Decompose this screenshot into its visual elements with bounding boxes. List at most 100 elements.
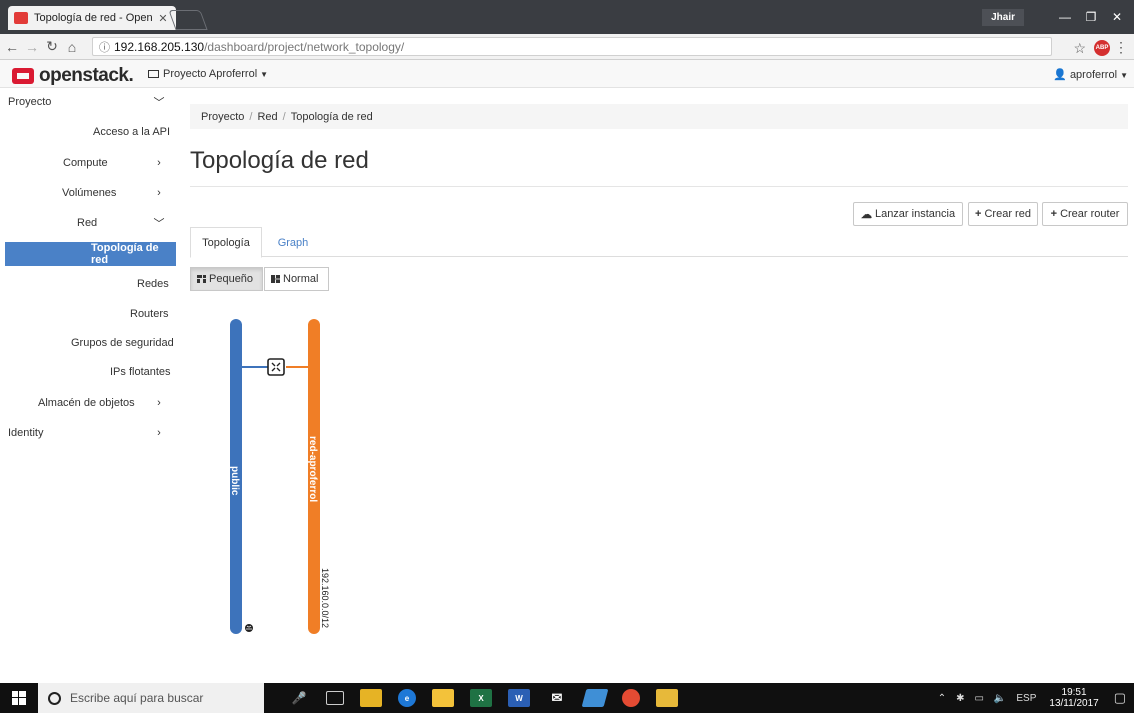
sidebar-item-label: Redes xyxy=(137,278,169,290)
windows-taskbar: Escribe aquí para buscar 🎤 e X W ✉ ⌃ ✱ ▭… xyxy=(0,683,1134,713)
browser-tab-title: Topología de red - Open xyxy=(34,12,153,24)
sidebar-item-topologia-de-red[interactable]: Topología de red xyxy=(5,242,176,266)
close-tab-icon[interactable]: ✕ xyxy=(156,12,170,25)
chevron-right-icon: › xyxy=(157,427,161,439)
sidebar-item-label: Volúmenes xyxy=(62,187,117,199)
task-view-icon[interactable] xyxy=(326,691,344,705)
sidebar-item-routers[interactable]: Routers xyxy=(0,302,176,326)
browser-menu-icon[interactable]: ⋮ xyxy=(1114,39,1128,56)
view-tabs: Topología Graph xyxy=(190,227,1128,258)
launch-instance-label: Lanzar instancia xyxy=(874,208,956,220)
site-info-icon[interactable]: ⓘ xyxy=(99,39,110,55)
word-icon[interactable]: W xyxy=(508,689,530,707)
chrome-icon[interactable] xyxy=(622,689,640,707)
sidebar-item-compute[interactable]: Compute › xyxy=(0,151,176,175)
microphone-icon[interactable]: 🎤 xyxy=(288,689,310,707)
external-network-globe-icon xyxy=(245,624,253,632)
browser-tab-strip: Topología de red - Open ✕ Jhair — ❐ ✕ xyxy=(0,0,1134,34)
breadcrumb-separator: / xyxy=(249,110,253,123)
taskbar-apps: 🎤 e X W ✉ xyxy=(280,689,686,707)
address-bar[interactable]: ⓘ 192.168.205.130/dashboard/project/netw… xyxy=(92,37,1052,56)
create-network-label: Crear red xyxy=(984,208,1031,220)
language-indicator[interactable]: ESP xyxy=(1016,693,1036,704)
tab-topologia[interactable]: Topología xyxy=(190,227,262,258)
network-label-public: public xyxy=(229,466,240,496)
caret-down-icon: ▼ xyxy=(260,69,269,79)
small-view-toggle[interactable]: Pequeño xyxy=(190,267,263,291)
openstack-logo[interactable]: openstack. xyxy=(12,65,134,87)
reload-icon[interactable]: ↻ xyxy=(42,37,62,57)
window-controls: — ❐ ✕ xyxy=(1052,8,1130,26)
notes-icon[interactable] xyxy=(581,689,609,707)
clock[interactable]: 19:51 13/11/2017 xyxy=(1049,687,1098,709)
taskbar-search-placeholder: Escribe aquí para buscar xyxy=(70,691,204,705)
plus-icon: + xyxy=(1050,208,1058,220)
mail-icon[interactable]: ✉ xyxy=(546,689,568,707)
minimize-icon[interactable]: — xyxy=(1052,8,1078,26)
sidebar-item-acceso-api[interactable]: Acceso a la API xyxy=(0,120,176,144)
bluetooth-icon[interactable]: ✱ xyxy=(956,693,964,704)
browser-profile-chip[interactable]: Jhair xyxy=(982,9,1024,26)
sidebar-item-redes[interactable]: Redes xyxy=(0,272,176,296)
breadcrumb-separator: / xyxy=(282,110,286,123)
normal-view-toggle[interactable]: Normal xyxy=(264,267,329,291)
system-tray: ⌃ ✱ ▭ 🔈 ESP 19:51 13/11/2017 ▢ xyxy=(933,683,1134,713)
cloud-upload-icon: ☁ xyxy=(860,208,872,221)
file-explorer-icon[interactable] xyxy=(360,689,382,707)
openstack-favicon-icon xyxy=(14,12,28,24)
chevron-right-icon: › xyxy=(157,157,161,169)
close-window-icon[interactable]: ✕ xyxy=(1104,8,1130,26)
subnet-cidr-label: 192.160.0.0/12 xyxy=(320,568,330,628)
router-icon[interactable] xyxy=(267,358,285,376)
small-view-label: Pequeño xyxy=(209,273,254,285)
browser-tab[interactable]: Topología de red - Open ✕ xyxy=(8,6,176,30)
breadcrumb-item[interactable]: Proyecto xyxy=(201,111,244,123)
excel-icon[interactable]: X xyxy=(470,689,492,707)
project-dropdown-label: Proyecto Aproferrol xyxy=(163,68,258,80)
project-dropdown[interactable]: Proyecto Aproferrol ▼ xyxy=(148,68,268,80)
tab-graph[interactable]: Graph xyxy=(262,227,324,258)
network-icon[interactable]: ▭ xyxy=(974,693,983,704)
vmware-icon[interactable] xyxy=(656,689,678,707)
user-dropdown-label: aproferrol xyxy=(1069,69,1118,81)
forward-arrow-icon[interactable]: → xyxy=(22,37,42,57)
adblock-icon[interactable]: ABP xyxy=(1094,40,1110,56)
sidebar-item-ips-flotantes[interactable]: IPs flotantes xyxy=(0,360,176,384)
bookmark-star-icon[interactable]: ☆ xyxy=(1073,40,1086,57)
volume-icon[interactable]: 🔈 xyxy=(994,693,1006,704)
create-network-button[interactable]: + Crear red xyxy=(968,202,1038,226)
user-icon: 👤 xyxy=(1053,69,1067,81)
chevron-down-icon: ﹀ xyxy=(153,97,165,109)
back-arrow-icon[interactable]: ← xyxy=(2,37,22,57)
sidebar-item-grupos-de-seguridad[interactable]: Grupos de seguridad xyxy=(0,331,176,355)
maximize-icon[interactable]: ❐ xyxy=(1078,8,1104,26)
browser-toolbar: ← → ↻ ⌂ ⓘ 192.168.205.130/dashboard/proj… xyxy=(0,34,1134,60)
store-icon[interactable] xyxy=(432,689,454,707)
plus-icon: + xyxy=(975,208,982,220)
openstack-logo-icon xyxy=(12,68,34,84)
home-icon[interactable]: ⌂ xyxy=(62,37,82,57)
create-router-button[interactable]: + Crear router xyxy=(1042,202,1128,226)
normal-view-label: Normal xyxy=(283,273,319,285)
breadcrumb-item[interactable]: Red xyxy=(257,111,277,123)
sidebar: Proyecto ﹀ Acceso a la API Compute › Vol… xyxy=(0,89,176,679)
new-tab-button[interactable] xyxy=(168,10,208,30)
taskbar-search[interactable]: Escribe aquí para buscar xyxy=(38,683,264,713)
sidebar-item-label: Routers xyxy=(130,308,169,320)
url-path: /dashboard/project/network_topology/ xyxy=(204,39,405,54)
edge-icon[interactable]: e xyxy=(398,689,416,707)
notifications-icon[interactable]: ▢ xyxy=(1114,690,1126,706)
windows-logo-icon xyxy=(12,691,26,705)
user-dropdown[interactable]: 👤 aproferrol ▼ xyxy=(1053,68,1128,81)
grid-large-icon xyxy=(271,275,280,283)
sidebar-item-almacen-de-objetos[interactable]: Almacén de objetos › xyxy=(0,391,176,415)
sidebar-item-red[interactable]: Red ﹀ xyxy=(0,211,176,235)
sidebar-item-volumenes[interactable]: Volúmenes › xyxy=(0,181,176,205)
chevron-right-icon: › xyxy=(157,397,161,409)
sidebar-item-identity[interactable]: Identity › xyxy=(0,421,176,445)
windows-start-button[interactable] xyxy=(0,683,38,713)
chevron-up-icon[interactable]: ⌃ xyxy=(938,693,946,704)
sidebar-item-proyecto[interactable]: Proyecto ﹀ xyxy=(0,90,176,114)
launch-instance-button[interactable]: ☁ Lanzar instancia xyxy=(853,202,963,226)
sidebar-item-label: Grupos de seguridad xyxy=(71,337,174,349)
